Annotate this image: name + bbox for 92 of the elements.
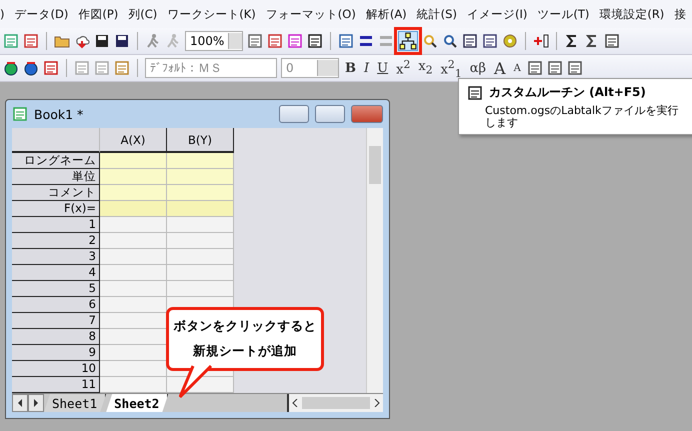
table-cell[interactable] (100, 249, 167, 265)
menu-item[interactable]: 環境設定(R) (594, 6, 670, 22)
format-button[interactable]: A (492, 58, 508, 78)
menu-item[interactable]: ツール(T) (532, 6, 594, 22)
left-arrow-icon (17, 399, 23, 407)
tooltip-description: Custom.ogsのLabtalkファイルを実行します (485, 105, 680, 130)
menu-item[interactable]: フォーマット(O) (260, 6, 361, 22)
menu-item[interactable]: データ(D) (10, 6, 74, 22)
tab-prev-button[interactable] (12, 394, 28, 412)
format-button[interactable]: x$^{2}$ (394, 58, 412, 78)
row-header[interactable]: 2 (12, 233, 100, 249)
horizontal-scrollbar[interactable] (287, 394, 383, 412)
table-cell[interactable] (167, 201, 234, 217)
callout-text: ボタンをクリックすると (174, 318, 316, 335)
maximize-button[interactable] (315, 105, 345, 123)
right-arrow-icon (33, 399, 39, 407)
font-dropdown[interactable]: ﾃﾞﾌｫﾙﾄ：ＭＳ (145, 58, 277, 78)
row-header[interactable]: 6 (12, 297, 100, 313)
table-cell[interactable] (100, 217, 167, 233)
table-cell[interactable] (100, 361, 167, 377)
zoom-dropdown[interactable]: 100% (185, 31, 243, 51)
table-cell[interactable] (100, 297, 167, 313)
menu-item[interactable]: イメージ(I) (462, 6, 532, 22)
table-cell[interactable] (100, 281, 167, 297)
globe-icon[interactable] (3, 60, 19, 76)
format-button[interactable]: I (362, 58, 372, 78)
table-cell[interactable] (100, 345, 167, 361)
font-size-dropdown[interactable]: 0 (281, 58, 339, 78)
table-cell[interactable] (100, 201, 167, 217)
save-icon[interactable] (114, 33, 130, 49)
row-header[interactable]: 1 (12, 217, 100, 233)
table-cell[interactable] (167, 233, 234, 249)
tab-next-button[interactable] (28, 394, 44, 412)
row-header[interactable]: 11 (12, 377, 100, 393)
row-header[interactable]: 8 (12, 329, 100, 345)
menu-item[interactable]: ワークシート(K) (162, 6, 261, 22)
format-button[interactable]: U (375, 58, 390, 78)
format-button[interactable]: x$_{2}$ (416, 58, 435, 78)
table-cell[interactable] (100, 265, 167, 281)
column-header[interactable]: A(X) (100, 128, 167, 153)
table-cell[interactable] (167, 217, 234, 233)
magnifier-icon[interactable] (422, 33, 438, 49)
table-cell[interactable] (100, 313, 167, 329)
minimize-button[interactable] (279, 105, 309, 123)
table-cell[interactable] (100, 169, 167, 185)
row-header[interactable]: F(x)= (12, 201, 100, 217)
menu-item[interactable]: 接 (669, 6, 692, 22)
menu-item[interactable]: 統計(S) (412, 6, 462, 22)
runner-icon[interactable] (145, 33, 161, 49)
table-cell[interactable] (100, 233, 167, 249)
menu-item[interactable]: 列(C) (123, 6, 162, 22)
row-header[interactable]: 3 (12, 249, 100, 265)
table-cell[interactable] (100, 329, 167, 345)
row-header[interactable]: 4 (12, 265, 100, 281)
document-icon[interactable] (3, 33, 19, 49)
plus-icon[interactable] (533, 33, 549, 49)
format-button[interactable]: A (512, 58, 523, 78)
table-cell[interactable] (167, 265, 234, 281)
column-header[interactable]: B(Y) (167, 128, 234, 153)
format-button[interactable]: αβ (468, 58, 488, 78)
row-header[interactable]: 7 (12, 313, 100, 329)
table-cell[interactable] (167, 249, 234, 265)
row-header[interactable]: ロングネーム (12, 153, 100, 169)
menu-item[interactable]: 作図(P) (73, 6, 124, 22)
row-header[interactable]: 5 (12, 281, 100, 297)
callout-text: 新規シートが追加 (193, 343, 297, 360)
row-header[interactable]: 単位 (12, 169, 100, 185)
menu-item[interactable]: 解析(A) (360, 6, 412, 22)
table-cell[interactable] (100, 185, 167, 201)
lines-icon[interactable] (358, 33, 374, 49)
row-header[interactable]: 10 (12, 361, 100, 377)
table-cell[interactable] (100, 153, 167, 169)
table-cell[interactable] (167, 169, 234, 185)
table-cell[interactable] (167, 281, 234, 297)
sheet-tab[interactable]: Sheet2 (106, 394, 168, 412)
menu-item[interactable]: ) (0, 7, 10, 21)
format-button[interactable]: B (343, 58, 358, 78)
save-icon[interactable] (94, 33, 110, 49)
row-header[interactable]: コメント (12, 185, 100, 201)
magnifier-icon[interactable] (442, 33, 458, 49)
table-cell[interactable] (167, 185, 234, 201)
table-cell[interactable] (100, 377, 167, 393)
sheet-tab[interactable]: Sheet1 (44, 394, 106, 412)
table-cell[interactable] (167, 153, 234, 169)
globe-icon[interactable] (23, 60, 39, 76)
close-button[interactable] (351, 105, 383, 123)
row-header[interactable]: 9 (12, 345, 100, 361)
tooltip-title: カスタムルーチン (Alt+F5) (489, 84, 646, 101)
document-icon[interactable] (23, 33, 39, 49)
window-title: Book1 * (34, 106, 84, 122)
cloud-icon[interactable] (74, 33, 90, 49)
vertical-scrollbar[interactable] (366, 128, 383, 393)
